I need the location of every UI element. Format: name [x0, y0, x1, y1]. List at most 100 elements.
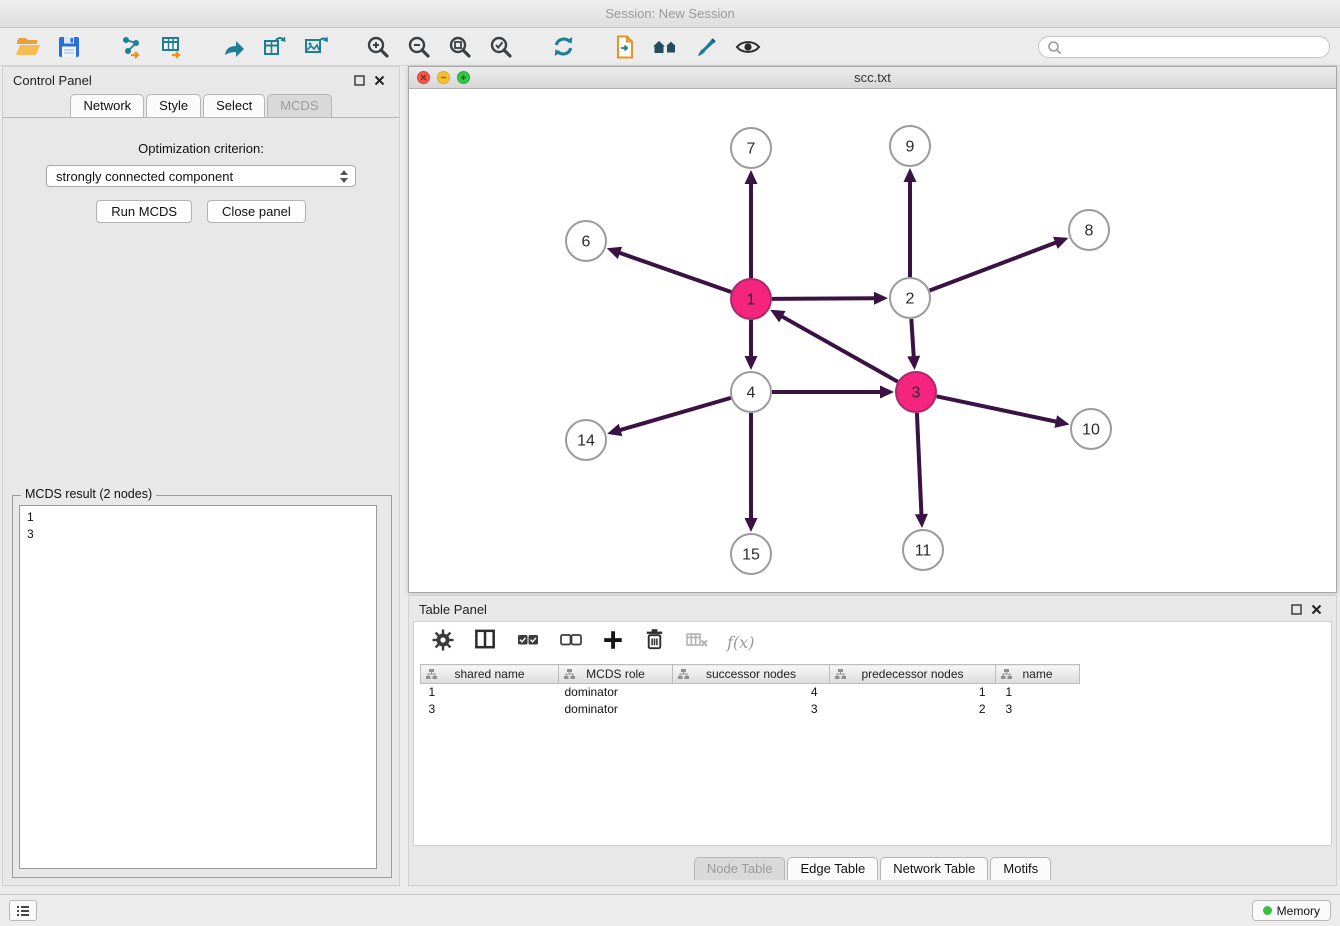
tab-select[interactable]: Select: [203, 94, 265, 117]
window-zoom-button[interactable]: [457, 71, 470, 84]
float-table-panel-button[interactable]: [1286, 600, 1306, 618]
memory-button[interactable]: Memory: [1252, 900, 1331, 921]
column-header-shared-name[interactable]: shared name: [421, 665, 559, 684]
graph-node-1[interactable]: 1: [731, 279, 771, 319]
import-network-button[interactable]: [113, 32, 149, 62]
mcds-result-area[interactable]: 13: [19, 505, 377, 869]
graph-node-2[interactable]: 2: [890, 278, 930, 318]
save-floppy-icon: [56, 34, 82, 60]
style-brush-button[interactable]: [689, 32, 725, 62]
graph-node-7[interactable]: 7: [731, 128, 771, 168]
graph-node-11[interactable]: 11: [903, 530, 943, 570]
delete-table-icon: [684, 627, 710, 653]
network-canvas[interactable]: 7 9 6 8 1 2 4 3 14 10 15 11: [409, 90, 1336, 592]
global-search[interactable]: [1038, 36, 1330, 58]
tab-style[interactable]: Style: [146, 94, 201, 117]
eye-icon: [735, 34, 761, 60]
table-panel-header: Table Panel: [409, 596, 1336, 622]
graph-edge-3-11[interactable]: [917, 413, 922, 515]
graph-edge-arrow: [907, 356, 920, 370]
show-columns-button[interactable]: [473, 627, 498, 657]
save-session-button[interactable]: [51, 32, 87, 62]
graph-edge-2-8[interactable]: [930, 242, 1057, 290]
column-header-predecessor-nodes[interactable]: predecessor nodes: [830, 665, 996, 684]
graph-edge-3-10[interactable]: [937, 396, 1057, 421]
zoom-fit-button[interactable]: [442, 32, 478, 62]
graph-edge-1-2[interactable]: [772, 298, 875, 299]
table-settings-button[interactable]: [430, 627, 456, 658]
close-panel-action-button[interactable]: Close panel: [207, 200, 306, 223]
open-folder-icon: [15, 34, 41, 60]
table-panel: Table Panel: [408, 595, 1337, 886]
graph-node-15[interactable]: 15: [731, 534, 771, 574]
svg-text:11: 11: [915, 543, 932, 560]
graph-edge-1-6[interactable]: [619, 253, 731, 292]
graph-node-4[interactable]: 4: [731, 372, 771, 412]
close-panel-button[interactable]: [369, 71, 389, 89]
tab-node-table[interactable]: Node Table: [694, 857, 786, 880]
zoom-out-button[interactable]: [401, 32, 437, 62]
task-history-button[interactable]: [9, 900, 37, 921]
maximize-icon: [460, 74, 467, 81]
delete-column-button[interactable]: [642, 627, 667, 657]
control-panel-header: Control Panel: [3, 67, 399, 93]
tab-motifs[interactable]: Motifs: [990, 857, 1051, 880]
create-column-button[interactable]: [601, 628, 625, 657]
export-network-button[interactable]: [216, 32, 252, 62]
graph-node-8[interactable]: 8: [1069, 210, 1109, 250]
unselect-all-columns-button[interactable]: [558, 627, 584, 658]
zoom-in-button[interactable]: [360, 32, 396, 62]
tab-network-table[interactable]: Network Table: [880, 857, 988, 880]
node-table-row[interactable]: 1dominator411: [421, 684, 1080, 701]
criterion-select[interactable]: strongly connected component: [46, 165, 356, 187]
table-panel-tabs: Node TableEdge TableNetwork TableMotifs: [409, 857, 1336, 880]
graph-node-3[interactable]: 3: [896, 372, 936, 412]
graph-edge-4-14[interactable]: [620, 398, 731, 430]
function-builder-button[interactable]: f(x): [727, 633, 754, 652]
mcds-result-box: MCDS result (2 nodes) 13: [12, 495, 392, 878]
column-header-name[interactable]: name: [996, 665, 1080, 684]
column-tree-icon: [564, 669, 575, 680]
select-all-columns-button[interactable]: [515, 627, 541, 658]
graph-node-10[interactable]: 10: [1071, 409, 1111, 449]
window-minimize-button[interactable]: [437, 71, 450, 84]
refresh-icon: [550, 33, 577, 60]
double-home-icon: [652, 34, 680, 60]
node-table-row[interactable]: 3dominator323: [421, 701, 1080, 718]
plus-icon: [601, 628, 625, 652]
tab-edge-table[interactable]: Edge Table: [787, 857, 878, 880]
svg-text:6: 6: [582, 234, 591, 251]
export-table-button[interactable]: [257, 32, 293, 62]
gear-icon: [430, 627, 456, 653]
column-header-successor-nodes[interactable]: successor nodes: [673, 665, 830, 684]
graph-edge-arrow: [607, 247, 622, 259]
home-layout-button[interactable]: [648, 32, 684, 62]
graph-node-14[interactable]: 14: [566, 420, 606, 460]
graph-edge-3-1[interactable]: [781, 316, 897, 382]
window-titlebar: Session: New Session: [0, 0, 1340, 28]
export-image-button[interactable]: [298, 32, 334, 62]
show-hide-button[interactable]: [730, 32, 766, 62]
tab-mcds[interactable]: MCDS: [267, 94, 331, 117]
run-mcds-button[interactable]: Run MCDS: [96, 200, 192, 223]
import-table-button[interactable]: [154, 32, 190, 62]
task-list-icon: [15, 903, 31, 919]
window-close-button[interactable]: [417, 71, 430, 84]
memory-status-dot: [1263, 906, 1272, 915]
refresh-view-button[interactable]: [545, 32, 581, 62]
open-session-button[interactable]: [10, 32, 46, 62]
graph-edge-arrow: [874, 292, 888, 305]
zoom-fit-icon: [447, 34, 473, 60]
search-input[interactable]: [1066, 40, 1321, 54]
close-table-panel-button[interactable]: [1306, 600, 1326, 618]
graph-node-6[interactable]: 6: [566, 221, 606, 261]
column-header-MCDS-role[interactable]: MCDS role: [559, 665, 673, 684]
tab-network[interactable]: Network: [70, 94, 144, 117]
delete-table-button[interactable]: [684, 627, 710, 658]
float-window-icon: [354, 75, 365, 86]
copy-style-button[interactable]: [607, 32, 643, 62]
zoom-selected-button[interactable]: [483, 32, 519, 62]
graph-node-9[interactable]: 9: [890, 126, 930, 166]
graph-edge-2-3[interactable]: [911, 319, 913, 357]
float-panel-button[interactable]: [349, 71, 369, 89]
